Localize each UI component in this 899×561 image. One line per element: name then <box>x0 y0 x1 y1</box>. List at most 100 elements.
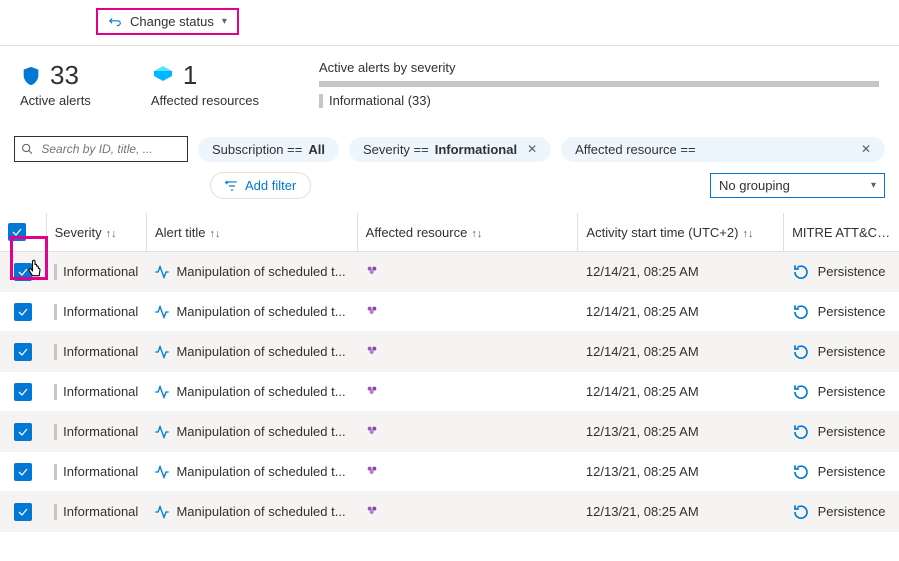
row-checkbox[interactable] <box>14 423 32 441</box>
active-alerts-count: 33 <box>50 60 79 91</box>
severity-text: Informational <box>63 344 138 359</box>
alert-title-cell[interactable]: Manipulation of scheduled t... <box>154 464 349 480</box>
table-row[interactable]: Informational Manipulation of scheduled t… <box>0 412 899 452</box>
alert-title-cell[interactable]: Manipulation of scheduled t... <box>154 424 349 440</box>
row-checkbox[interactable] <box>14 343 32 361</box>
severity-cell: Informational <box>54 344 138 360</box>
table-row[interactable]: Informational Manipulation of scheduled t… <box>0 492 899 532</box>
activity-icon <box>154 464 170 480</box>
alert-title-cell[interactable]: Manipulation of scheduled t... <box>154 264 349 280</box>
tactic-cell: Persistence <box>792 463 891 481</box>
column-header-severity[interactable]: Severity↑↓ <box>46 213 146 252</box>
activity-time-cell: 12/14/21, 08:25 AM <box>578 292 784 332</box>
affected-resources-count: 1 <box>183 60 197 91</box>
tactic-text: Persistence <box>818 344 886 359</box>
add-filter-icon <box>225 179 239 193</box>
grouping-select[interactable]: No grouping ▾ <box>710 173 885 198</box>
severity-text: Informational <box>63 264 138 279</box>
severity-cell: Informational <box>54 424 138 440</box>
alert-title-text: Manipulation of scheduled t... <box>176 424 345 439</box>
column-header-alert-title[interactable]: Alert title↑↓ <box>146 213 357 252</box>
alert-title-cell[interactable]: Manipulation of scheduled t... <box>154 384 349 400</box>
severity-text: Informational <box>63 424 138 439</box>
column-header-activity-start[interactable]: Activity start time (UTC+2)↑↓ <box>578 213 784 252</box>
row-checkbox[interactable] <box>14 503 32 521</box>
persistence-icon <box>792 503 810 521</box>
severity-text: Informational <box>63 504 138 519</box>
severity-legend: Informational (33) <box>319 93 879 108</box>
severity-text: Informational <box>63 304 138 319</box>
severity-block: Active alerts by severity Informational … <box>319 60 879 108</box>
row-checkbox[interactable] <box>14 303 32 321</box>
activity-time-cell: 12/13/21, 08:25 AM <box>578 452 784 492</box>
resource-icon <box>365 462 381 478</box>
persistence-icon <box>792 463 810 481</box>
alert-title-text: Manipulation of scheduled t... <box>176 304 345 319</box>
severity-mark <box>54 384 57 400</box>
filter-severity-value: Informational <box>435 142 517 157</box>
alert-title-cell[interactable]: Manipulation of scheduled t... <box>154 504 349 520</box>
sort-icon: ↑↓ <box>210 228 221 240</box>
search-input[interactable] <box>39 141 181 157</box>
active-alerts-label: Active alerts <box>20 93 91 108</box>
persistence-icon <box>792 263 810 281</box>
activity-time-cell: 12/14/21, 08:25 AM <box>578 332 784 372</box>
tactic-cell: Persistence <box>792 263 891 281</box>
table-row[interactable]: Informational Manipulation of scheduled t… <box>0 252 899 292</box>
filter-affected-label: Affected resource == <box>575 142 695 157</box>
affected-resources-label: Affected resources <box>151 93 259 108</box>
chevron-down-icon: ▾ <box>871 180 876 191</box>
select-all-checkbox[interactable] <box>8 223 26 241</box>
row-checkbox[interactable] <box>14 383 32 401</box>
activity-time-cell: 12/14/21, 08:25 AM <box>578 372 784 412</box>
change-status-button[interactable]: Change status ▾ <box>96 8 239 35</box>
column-header-affected-resource[interactable]: Affected resource↑↓ <box>357 213 578 252</box>
filter-severity-label: Severity == <box>363 142 429 157</box>
table-row[interactable]: Informational Manipulation of scheduled t… <box>0 452 899 492</box>
sort-icon: ↑↓ <box>471 228 482 240</box>
tactic-cell: Persistence <box>792 503 891 521</box>
filter-pill-severity[interactable]: Severity == Informational ✕ <box>349 137 551 162</box>
severity-mark <box>54 264 57 280</box>
resource-icon <box>365 302 381 318</box>
alert-title-cell[interactable]: Manipulation of scheduled t... <box>154 304 349 320</box>
filter-pill-subscription[interactable]: Subscription == All <box>198 137 339 162</box>
row-checkbox[interactable] <box>14 463 32 481</box>
severity-mark <box>54 424 57 440</box>
column-header-mitre[interactable]: MITRE ATT&CK® t... <box>784 213 899 252</box>
affected-resources-stat: 1 Affected resources <box>151 60 259 108</box>
chevron-down-icon: ▾ <box>222 16 227 27</box>
resource-icon <box>365 502 381 518</box>
reply-icon <box>108 15 122 29</box>
alert-title-text: Manipulation of scheduled t... <box>176 504 345 519</box>
activity-icon <box>154 304 170 320</box>
severity-text: Informational <box>63 464 138 479</box>
tactic-text: Persistence <box>818 504 886 519</box>
severity-legend-text: Informational (33) <box>329 93 431 108</box>
tactic-text: Persistence <box>818 384 886 399</box>
persistence-icon <box>792 383 810 401</box>
activity-icon <box>154 504 170 520</box>
severity-swatch <box>319 94 323 108</box>
close-icon[interactable]: ✕ <box>527 142 537 156</box>
tactic-text: Persistence <box>818 464 886 479</box>
grouping-selected: No grouping <box>719 178 790 193</box>
row-checkbox[interactable] <box>14 263 32 281</box>
search-box[interactable] <box>14 136 188 162</box>
persistence-icon <box>792 423 810 441</box>
activity-time-cell: 12/13/21, 08:25 AM <box>578 412 784 452</box>
alert-title-text: Manipulation of scheduled t... <box>176 344 345 359</box>
persistence-icon <box>792 303 810 321</box>
table-row[interactable]: InformationalManipulation of scheduled t… <box>0 372 899 412</box>
add-filter-button[interactable]: Add filter <box>210 172 311 199</box>
table-row[interactable]: Informational Manipulation of scheduled t… <box>0 292 899 332</box>
table-row[interactable]: Informational Manipulation of scheduled t… <box>0 332 899 372</box>
shield-icon <box>20 63 42 89</box>
filter-pill-affected-resource[interactable]: Affected resource == ✕ <box>561 137 885 162</box>
column-header-checkbox[interactable] <box>0 213 46 252</box>
alert-title-cell[interactable]: Manipulation of scheduled t... <box>154 344 349 360</box>
activity-time-cell: 12/13/21, 08:25 AM <box>578 492 784 532</box>
severity-cell: Informational <box>54 264 138 280</box>
close-icon[interactable]: ✕ <box>861 142 871 156</box>
tactic-cell: Persistence <box>792 383 891 401</box>
